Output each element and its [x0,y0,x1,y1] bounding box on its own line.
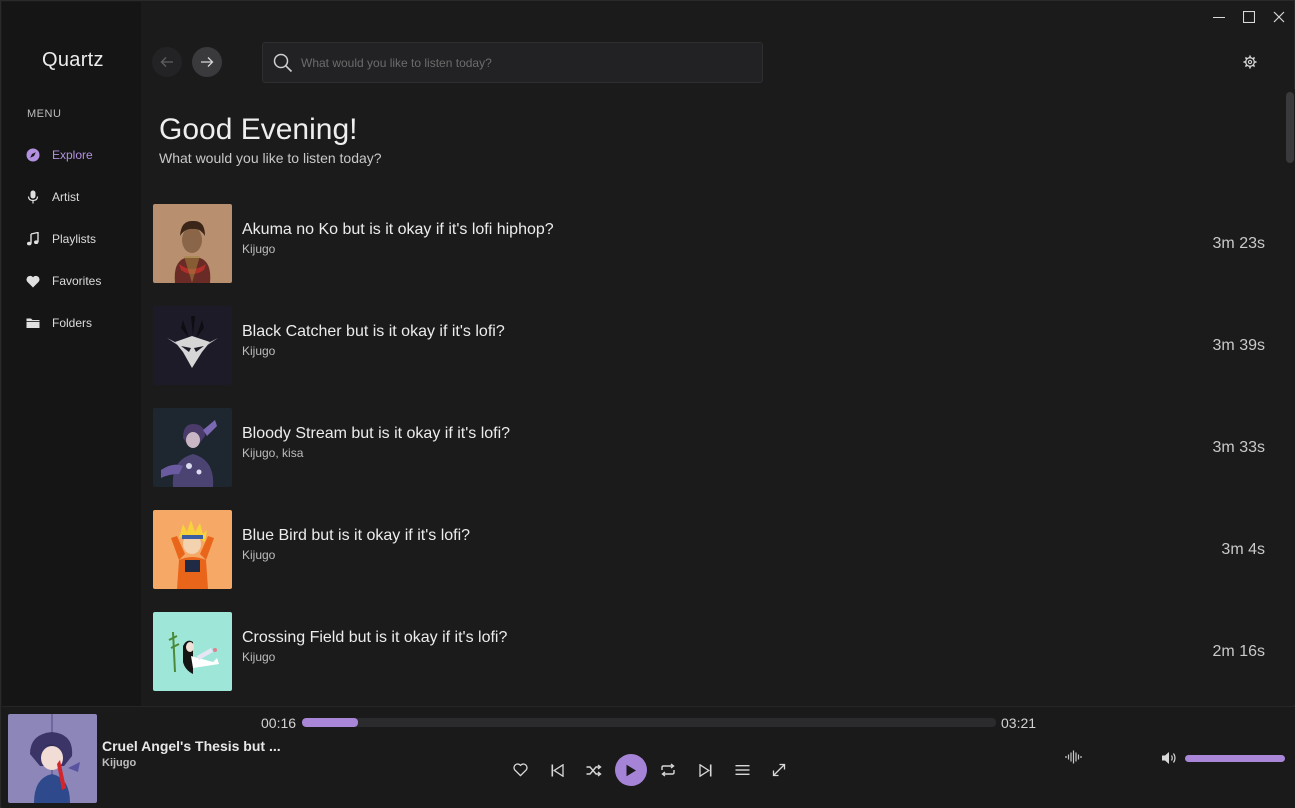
search-input[interactable] [301,55,741,70]
track-artist: Kijugo [242,548,276,562]
now-playing-artist: Kijugo [102,757,137,769]
track-row[interactable]: Akuma no Ko but is it okay if it's lofi … [153,204,1273,283]
track-artist: Kijugo, kisa [242,446,304,460]
repeat-icon [661,763,675,777]
album-cover [153,510,232,589]
track-row[interactable]: Blue Bird but is it okay if it's lofi? K… [153,510,1273,589]
album-cover [153,612,232,691]
sidebar-item-playlists[interactable]: Playlists [22,226,137,252]
sidebar-item-label: Playlists [52,232,97,246]
page-title: Good Evening! [159,113,358,146]
shuffle-button[interactable] [581,757,607,783]
next-button[interactable] [692,757,718,783]
sidebar-item-favorites[interactable]: Favorites [22,268,137,294]
album-cover [153,306,232,385]
sidebar-item-artist[interactable]: Artist [22,184,137,210]
gear-icon [1243,55,1257,69]
volume-slider-fill [1185,755,1285,762]
page-subtitle: What would you like to listen today? [159,150,382,166]
previous-button[interactable] [544,757,570,783]
track-duration: 2m 16s [1212,643,1265,660]
total-time: 03:21 [1001,715,1037,731]
track-duration: 3m 33s [1212,439,1265,456]
heart-outline-icon [512,763,528,777]
waveform-icon [1065,750,1082,764]
shuffle-icon [586,763,602,777]
track-title: Black Catcher but is it okay if it's lof… [242,323,505,340]
app-window: Quartz MENU Explore Artist Playlists Fav… [0,0,1295,808]
now-playing-cover [8,714,97,803]
visualizer-button[interactable] [1061,744,1087,770]
settings-button[interactable] [1239,51,1261,73]
track-artist: Kijugo [242,344,276,358]
track-row[interactable]: Black Catcher but is it okay if it's lof… [153,306,1273,385]
music-note-icon [22,231,44,247]
track-artist: Kijugo [242,242,276,256]
sidebar-item-label: Folders [52,316,93,330]
search-icon [273,53,293,73]
track-title: Blue Bird but is it okay if it's lofi? [242,527,471,544]
app-logo: Quartz [42,49,104,71]
seek-bar[interactable] [302,718,996,727]
sidebar-item-label: Artist [52,190,80,204]
scrollbar-thumb[interactable] [1286,92,1294,163]
sidebar-item-folders[interactable]: Folders [22,310,137,336]
album-cover [153,204,232,283]
track-title: Akuma no Ko but is it okay if it's lofi … [242,221,554,238]
microphone-icon [22,189,44,205]
maximize-icon [1243,11,1255,23]
expand-icon [772,763,786,777]
list-icon [735,765,749,775]
album-cover [153,408,232,487]
volume-icon [1162,752,1176,764]
play-icon [626,764,636,776]
arrow-left-icon [160,57,173,67]
sidebar-item-explore[interactable]: Explore [22,142,137,168]
sidebar: Quartz MENU Explore Artist Playlists Fav… [2,2,141,707]
back-button[interactable] [152,47,182,77]
skip-back-icon [551,763,564,777]
close-button[interactable] [1266,5,1292,29]
skip-forward-icon [698,763,711,777]
search-bar [262,42,763,83]
mute-button[interactable] [1156,745,1182,771]
play-button[interactable] [615,754,647,786]
track-row[interactable]: Bloody Stream but is it okay if it's lof… [153,408,1273,487]
track-row[interactable]: Crossing Field but is it okay if it's lo… [153,612,1273,691]
heart-icon [22,273,44,289]
seek-bar-fill [302,718,358,727]
folder-icon [22,315,44,331]
track-title: Crossing Field but is it okay if it's lo… [242,629,508,646]
volume-slider[interactable] [1185,755,1285,762]
current-time: 00:16 [261,715,297,731]
forward-button[interactable] [192,47,222,77]
scrollbar[interactable] [1285,89,1295,705]
menu-heading: MENU [27,108,62,120]
now-playing-title: Cruel Angel's Thesis but ... [102,738,281,754]
track-duration: 3m 23s [1212,235,1265,252]
compass-icon [22,147,44,163]
track-title: Bloody Stream but is it okay if it's lof… [242,425,511,442]
track-duration: 3m 39s [1212,337,1265,354]
minimize-icon [1213,17,1225,18]
track-duration: 3m 4s [1221,541,1265,558]
minimize-button[interactable] [1206,5,1232,29]
like-button[interactable] [507,757,533,783]
queue-button[interactable] [729,757,755,783]
maximize-button[interactable] [1236,5,1262,29]
track-artist: Kijugo [242,650,276,664]
repeat-button[interactable] [655,757,681,783]
arrow-right-icon [201,57,214,67]
close-icon [1273,11,1285,23]
sidebar-item-label: Favorites [52,274,102,288]
sidebar-item-label: Explore [52,148,93,162]
expand-button[interactable] [766,757,792,783]
